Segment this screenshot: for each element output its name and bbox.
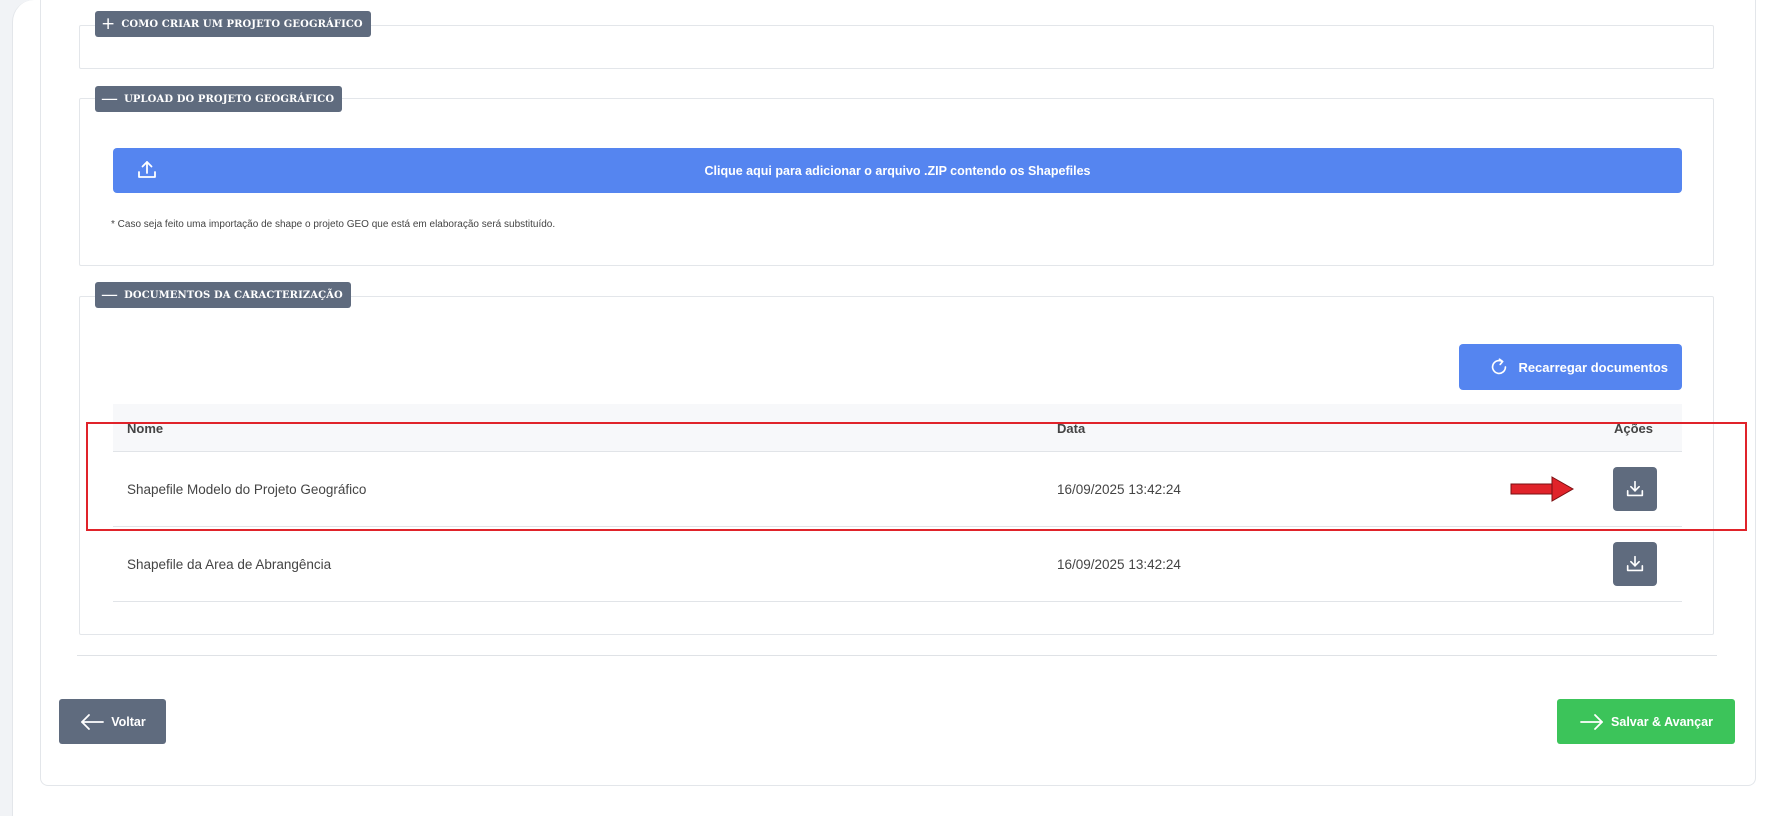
column-header-date: Data bbox=[1057, 421, 1086, 436]
row-date: 16/09/2025 13:42:24 bbox=[1057, 557, 1181, 572]
arrow-right-icon bbox=[1580, 713, 1603, 730]
row-name: Shapefile Modelo do Projeto Geográfico bbox=[127, 482, 367, 497]
upload-icon bbox=[138, 161, 156, 178]
refresh-icon bbox=[1492, 358, 1507, 375]
upload-section-toggle[interactable]: — Upload do projeto geográfico bbox=[95, 86, 343, 112]
upload-zip-button[interactable]: Clique aqui para adicionar o arquivo .ZI… bbox=[113, 148, 1682, 193]
download-button[interactable] bbox=[1613, 542, 1657, 586]
row-name: Shapefile da Area de Abrangência bbox=[127, 557, 332, 572]
column-header-actions: Ações bbox=[1614, 421, 1654, 436]
save-and-next-label: Salvar & Avançar bbox=[1611, 714, 1713, 729]
table-row: Shapefile da Area de Abrangência 16/09/2… bbox=[113, 527, 1682, 602]
footer-divider bbox=[77, 655, 1717, 656]
upload-zip-label: Clique aqui para adicionar o arquivo .ZI… bbox=[704, 163, 1091, 178]
documents-section-toggle[interactable]: — Documentos da caracterização bbox=[95, 282, 351, 308]
download-button[interactable] bbox=[1613, 467, 1657, 511]
column-header-name: Nome bbox=[127, 421, 164, 436]
back-label: Voltar bbox=[111, 714, 146, 729]
documents-table-header: Nome Data Ações bbox=[113, 404, 1682, 452]
download-icon bbox=[1626, 555, 1644, 572]
expand-icon: + bbox=[101, 13, 116, 34]
red-arrow-annotation-icon bbox=[1510, 476, 1574, 502]
how-to-section-title: Como criar um projeto geográfico bbox=[121, 18, 363, 30]
upload-note: * Caso seja feito uma importação de shap… bbox=[111, 219, 556, 230]
how-to-section-toggle[interactable]: + Como criar um projeto geográfico bbox=[95, 11, 371, 37]
arrow-left-icon bbox=[81, 713, 105, 730]
upload-section-title: Upload do projeto geográfico bbox=[124, 93, 335, 105]
back-button[interactable]: Voltar bbox=[59, 699, 166, 744]
collapse-icon: — bbox=[101, 88, 119, 109]
reload-documents-button[interactable]: Recarregar documentos bbox=[1459, 344, 1682, 390]
table-row: Shapefile Modelo do Projeto Geográfico 1… bbox=[113, 452, 1682, 527]
documents-section-title: Documentos da caracterização bbox=[124, 289, 343, 301]
row-date: 16/09/2025 13:42:24 bbox=[1057, 482, 1181, 497]
collapse-icon: — bbox=[101, 284, 119, 305]
reload-documents-label: Recarregar documentos bbox=[1518, 359, 1668, 375]
save-and-next-button[interactable]: Salvar & Avançar bbox=[1557, 699, 1735, 744]
download-icon bbox=[1626, 480, 1644, 497]
